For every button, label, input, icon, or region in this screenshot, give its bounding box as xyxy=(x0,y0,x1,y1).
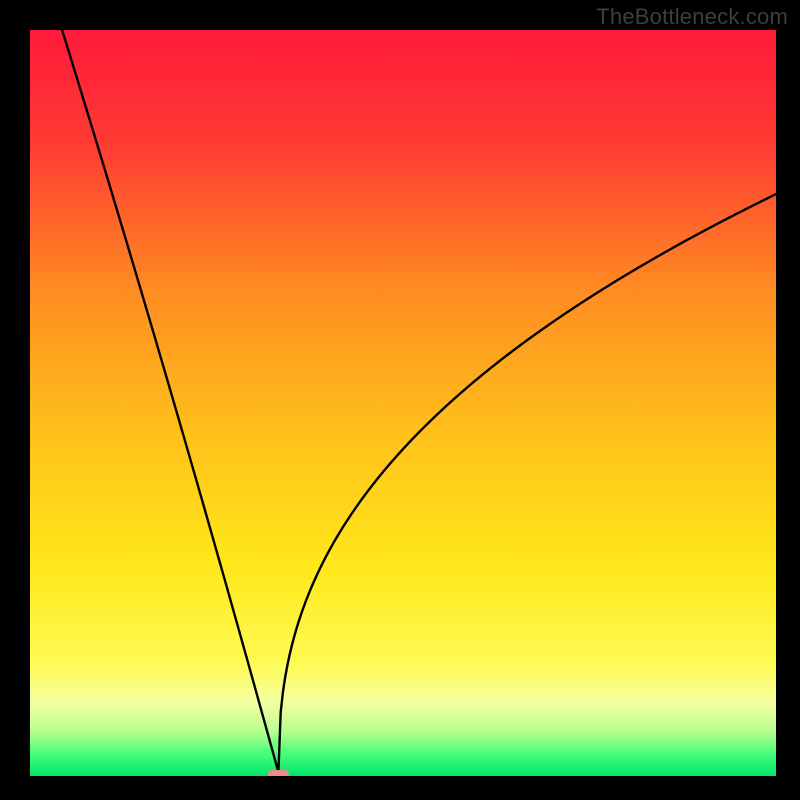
chart-background xyxy=(30,30,776,776)
watermark-text: TheBottleneck.com xyxy=(596,4,788,30)
chart-frame: TheBottleneck.com xyxy=(0,0,800,800)
bottleneck-chart xyxy=(30,30,776,776)
minimum-marker xyxy=(268,770,289,776)
